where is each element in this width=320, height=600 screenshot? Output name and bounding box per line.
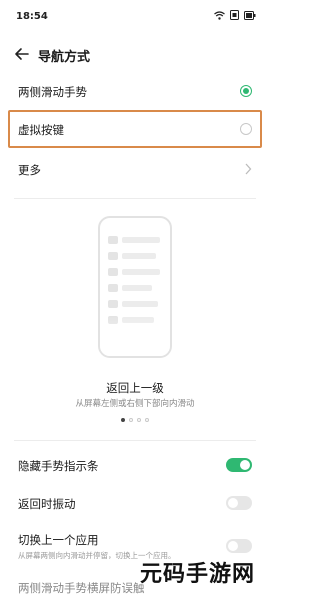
page-dot [129, 418, 133, 422]
toggle-landscape-label: 两侧滑动手势横屏防误触 [18, 581, 145, 595]
app-header: 导航方式 [0, 38, 270, 72]
toggle-vibrate-label: 返回时振动 [18, 497, 76, 511]
status-icons [214, 10, 256, 20]
sim-icon [230, 10, 239, 20]
option-more-label: 更多 [18, 163, 41, 177]
option-virtual-keys-row[interactable]: 虚拟按键 [0, 120, 270, 144]
page-dot [121, 418, 125, 422]
option-virtual-keys-radio[interactable] [240, 123, 252, 135]
toggle-vibrate-switch[interactable] [226, 496, 252, 510]
page-dot [137, 418, 141, 422]
toggle-switch-app-switch[interactable] [226, 539, 252, 553]
option-virtual-keys-label: 虚拟按键 [18, 123, 64, 137]
demo-title: 返回上一级 [106, 381, 164, 395]
toggle-switch-app-label: 切换上一个应用 [18, 533, 99, 547]
option-gesture-row[interactable]: 两侧滑动手势 [0, 80, 270, 104]
option-gesture-radio[interactable] [240, 85, 252, 97]
chevron-right-icon [245, 163, 252, 175]
toggle-hide-indicator-switch[interactable] [226, 458, 252, 472]
watermark-logo: 元码手游网 [140, 562, 256, 587]
page-dot [145, 418, 149, 422]
page-title: 导航方式 [38, 50, 91, 65]
section-divider [14, 440, 256, 441]
status-bar: 18:54 [0, 0, 270, 34]
toggle-vibrate-row: 返回时振动 [0, 494, 270, 518]
demo-subtitle: 从屏幕左侧或右侧下部向内滑动 [75, 399, 195, 409]
toggle-hide-indicator-label: 隐藏手势指示条 [18, 459, 99, 473]
section-divider [14, 198, 256, 199]
back-arrow-icon[interactable] [12, 44, 32, 64]
status-time: 18:54 [16, 11, 48, 22]
option-gesture-label: 两侧滑动手势 [18, 85, 87, 99]
option-more-row[interactable]: 更多 [0, 160, 270, 184]
gesture-demo-phone [98, 216, 172, 358]
battery-icon [244, 10, 256, 20]
toggle-hide-indicator-row: 隐藏手势指示条 [0, 458, 270, 482]
page-indicator [0, 418, 270, 422]
wifi-icon [214, 10, 225, 20]
